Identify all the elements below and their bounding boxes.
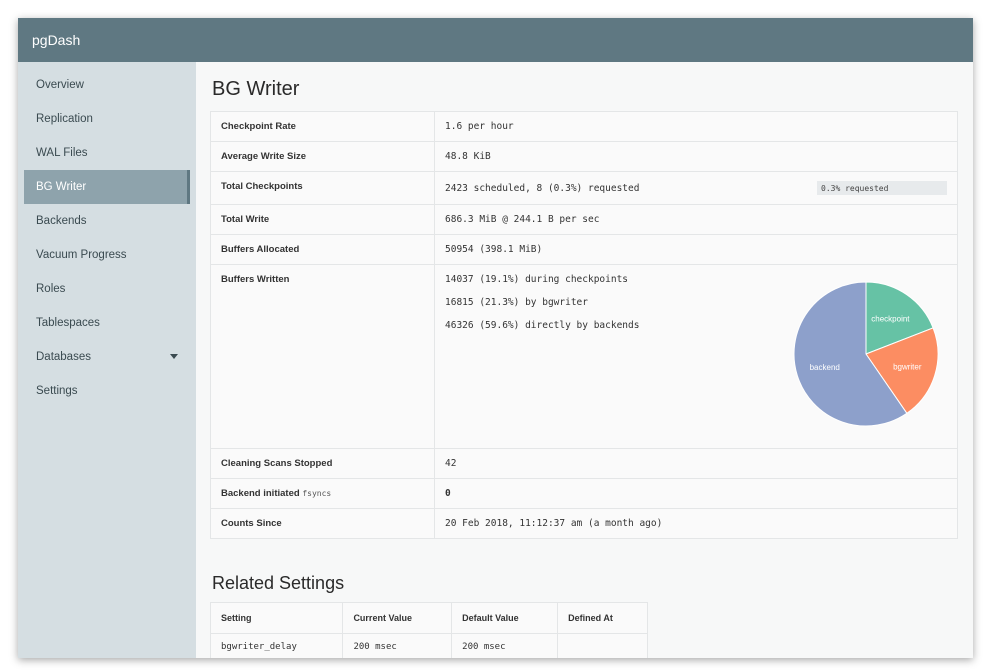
sidebar-item-label: Overview (36, 79, 84, 91)
stat-label-small: fsyncs (302, 489, 332, 498)
pie-label: backend (810, 363, 840, 372)
stat-value: 48.8 KiB (434, 141, 958, 172)
sidebar-item-label: Vacuum Progress (36, 249, 127, 261)
stat-value: 2423 scheduled, 8 (0.3%) requested (445, 182, 640, 194)
column-header: Defined At (557, 602, 648, 634)
buffers-written-pie-chart: checkpoint bgwriter backend (793, 281, 939, 427)
buffers-written-cell: 14037 (19.1%) during checkpoints 16815 (… (434, 264, 958, 449)
table-header-row: Setting Current Value Default Value Defined… (210, 602, 648, 634)
table-row: Checkpoint Rate 1.6 per hour (210, 111, 958, 142)
table-cell (557, 633, 648, 658)
stat-value: 0 (434, 478, 958, 509)
table-cell: bgwriter_delay (210, 633, 344, 658)
sidebar-item-roles[interactable]: Roles (18, 272, 196, 306)
column-header: Setting (210, 602, 344, 634)
sidebar-item-tablespaces[interactable]: Tablespaces (18, 306, 196, 340)
app-title[interactable]: pgDash (32, 32, 80, 48)
table-row: Total Checkpoints 2423 scheduled, 8 (0.3… (210, 171, 958, 205)
sidebar-item-label: Backends (36, 215, 87, 227)
table-row: Counts Since 20 Feb 2018, 11:12:37 am (a… (210, 508, 958, 539)
chevron-down-icon[interactable] (170, 354, 178, 359)
related-settings-table: Setting Current Value Default Value Defined… (210, 602, 648, 658)
stat-label: Total Checkpoints (210, 171, 435, 205)
sidebar-item-settings[interactable]: Settings (18, 374, 196, 408)
stat-value: 42 (434, 448, 958, 479)
stat-label: Cleaning Scans Stopped (210, 448, 435, 479)
stat-value: 686.3 MiB @ 244.1 B per sec (434, 204, 958, 235)
stat-value: 50954 (398.1 MiB) (434, 234, 958, 265)
sidebar: Overview Replication WAL Files BG Writer Bac… (18, 62, 196, 658)
pie-label: bgwriter (893, 363, 922, 372)
stat-label: Buffers Written (210, 264, 435, 449)
stat-label: Backend initiated (221, 488, 300, 499)
related-settings-title: Related Settings (212, 573, 345, 593)
sidebar-item-label: Settings (36, 385, 78, 397)
requested-badge: 0.3% requested (817, 181, 947, 195)
sidebar-item-databases[interactable]: Databases (18, 340, 196, 374)
table-row: Backend initiated fsyncs 0 (210, 478, 958, 509)
sidebar-item-label: Roles (36, 283, 66, 295)
table-row: Average Write Size 48.8 KiB (210, 141, 958, 172)
sidebar-item-label: Tablespaces (36, 317, 100, 329)
page-title: BG Writer (212, 78, 300, 100)
table-row: Cleaning Scans Stopped 42 (210, 448, 958, 479)
table-row: bgwriter_delay 200 msec 200 msec (210, 633, 648, 658)
sidebar-nav: Overview Replication WAL Files BG Writer Bac… (18, 62, 196, 408)
stat-label: Buffers Allocated (210, 234, 435, 265)
sidebar-item-vacuum-progress[interactable]: Vacuum Progress (18, 238, 196, 272)
stat-value: 20 Feb 2018, 11:12:37 am (a month ago) (434, 508, 958, 539)
stat-label-cell: Backend initiated fsyncs (210, 478, 435, 509)
top-bar: pgDash (18, 18, 973, 62)
table-row: Buffers Written 14037 (19.1%) during che… (210, 264, 958, 449)
main-content: BG Writer Checkpoint Rate 1.6 per hour A… (210, 62, 959, 658)
sidebar-item-replication[interactable]: Replication (18, 102, 196, 136)
stat-label: Checkpoint Rate (210, 111, 435, 142)
table-cell: 200 msec (451, 633, 559, 658)
sidebar-item-overview[interactable]: Overview (18, 68, 196, 102)
sidebar-item-label: Databases (36, 351, 91, 363)
stat-value-cell: 2423 scheduled, 8 (0.3%) requested 0.3% … (434, 171, 958, 205)
sidebar-item-bg-writer[interactable]: BG Writer (24, 170, 190, 204)
sidebar-item-label: Replication (36, 113, 93, 125)
sidebar-item-label: WAL Files (36, 147, 88, 159)
sidebar-item-label: BG Writer (36, 181, 87, 193)
app-window: pgDash Overview Replication WAL Files BG Wr… (18, 18, 973, 658)
column-header: Current Value (342, 602, 453, 634)
table-row: Total Write 686.3 MiB @ 244.1 B per sec (210, 204, 958, 235)
table-cell: 200 msec (342, 633, 453, 658)
stat-label: Counts Since (210, 508, 435, 539)
bg-writer-stats-table: Checkpoint Rate 1.6 per hour Average Wri… (210, 111, 958, 539)
pie-label: checkpoint (871, 314, 910, 323)
column-header: Default Value (451, 602, 559, 634)
sidebar-item-wal-files[interactable]: WAL Files (18, 136, 196, 170)
table-row: Buffers Allocated 50954 (398.1 MiB) (210, 234, 958, 265)
sidebar-item-backends[interactable]: Backends (18, 204, 196, 238)
stat-label: Average Write Size (210, 141, 435, 172)
stat-label: Total Write (210, 204, 435, 235)
stat-value: 1.6 per hour (434, 111, 958, 142)
